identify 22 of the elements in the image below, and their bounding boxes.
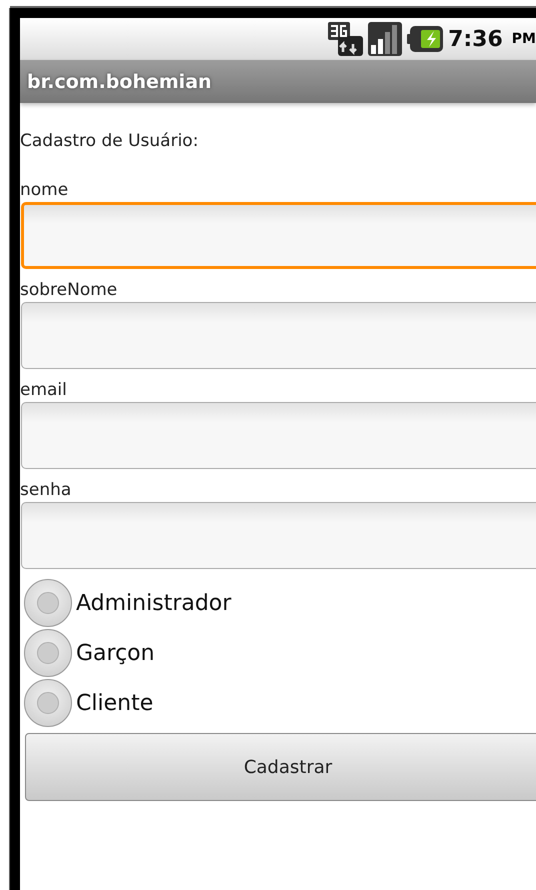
radio-label: Garçon xyxy=(76,640,155,666)
battery-charging-icon xyxy=(407,26,444,52)
input-field[interactable] xyxy=(21,202,536,269)
field-label: sobreNome xyxy=(20,279,118,301)
field-label: email xyxy=(20,379,68,401)
signal-icon xyxy=(368,22,402,56)
input-field[interactable] xyxy=(21,302,536,369)
field-label: nome xyxy=(20,179,70,201)
network-3g-icon xyxy=(328,22,364,56)
app-title: br.com.bohemian xyxy=(27,70,212,92)
input-field[interactable] xyxy=(21,502,536,569)
radio-button[interactable] xyxy=(24,679,72,727)
field-label: senha xyxy=(20,479,72,501)
form-heading: Cadastro de Usuário: xyxy=(20,131,200,153)
radio-label: Administrador xyxy=(76,590,232,616)
input-field[interactable] xyxy=(21,402,536,469)
clock-period: PM xyxy=(512,31,536,47)
submit-button[interactable]: Cadastrar xyxy=(25,733,536,801)
clock-time: 7:36 xyxy=(448,26,503,52)
radio-button[interactable] xyxy=(24,629,72,677)
radio-label: Cliente xyxy=(76,690,154,716)
radio-button[interactable] xyxy=(24,579,72,627)
